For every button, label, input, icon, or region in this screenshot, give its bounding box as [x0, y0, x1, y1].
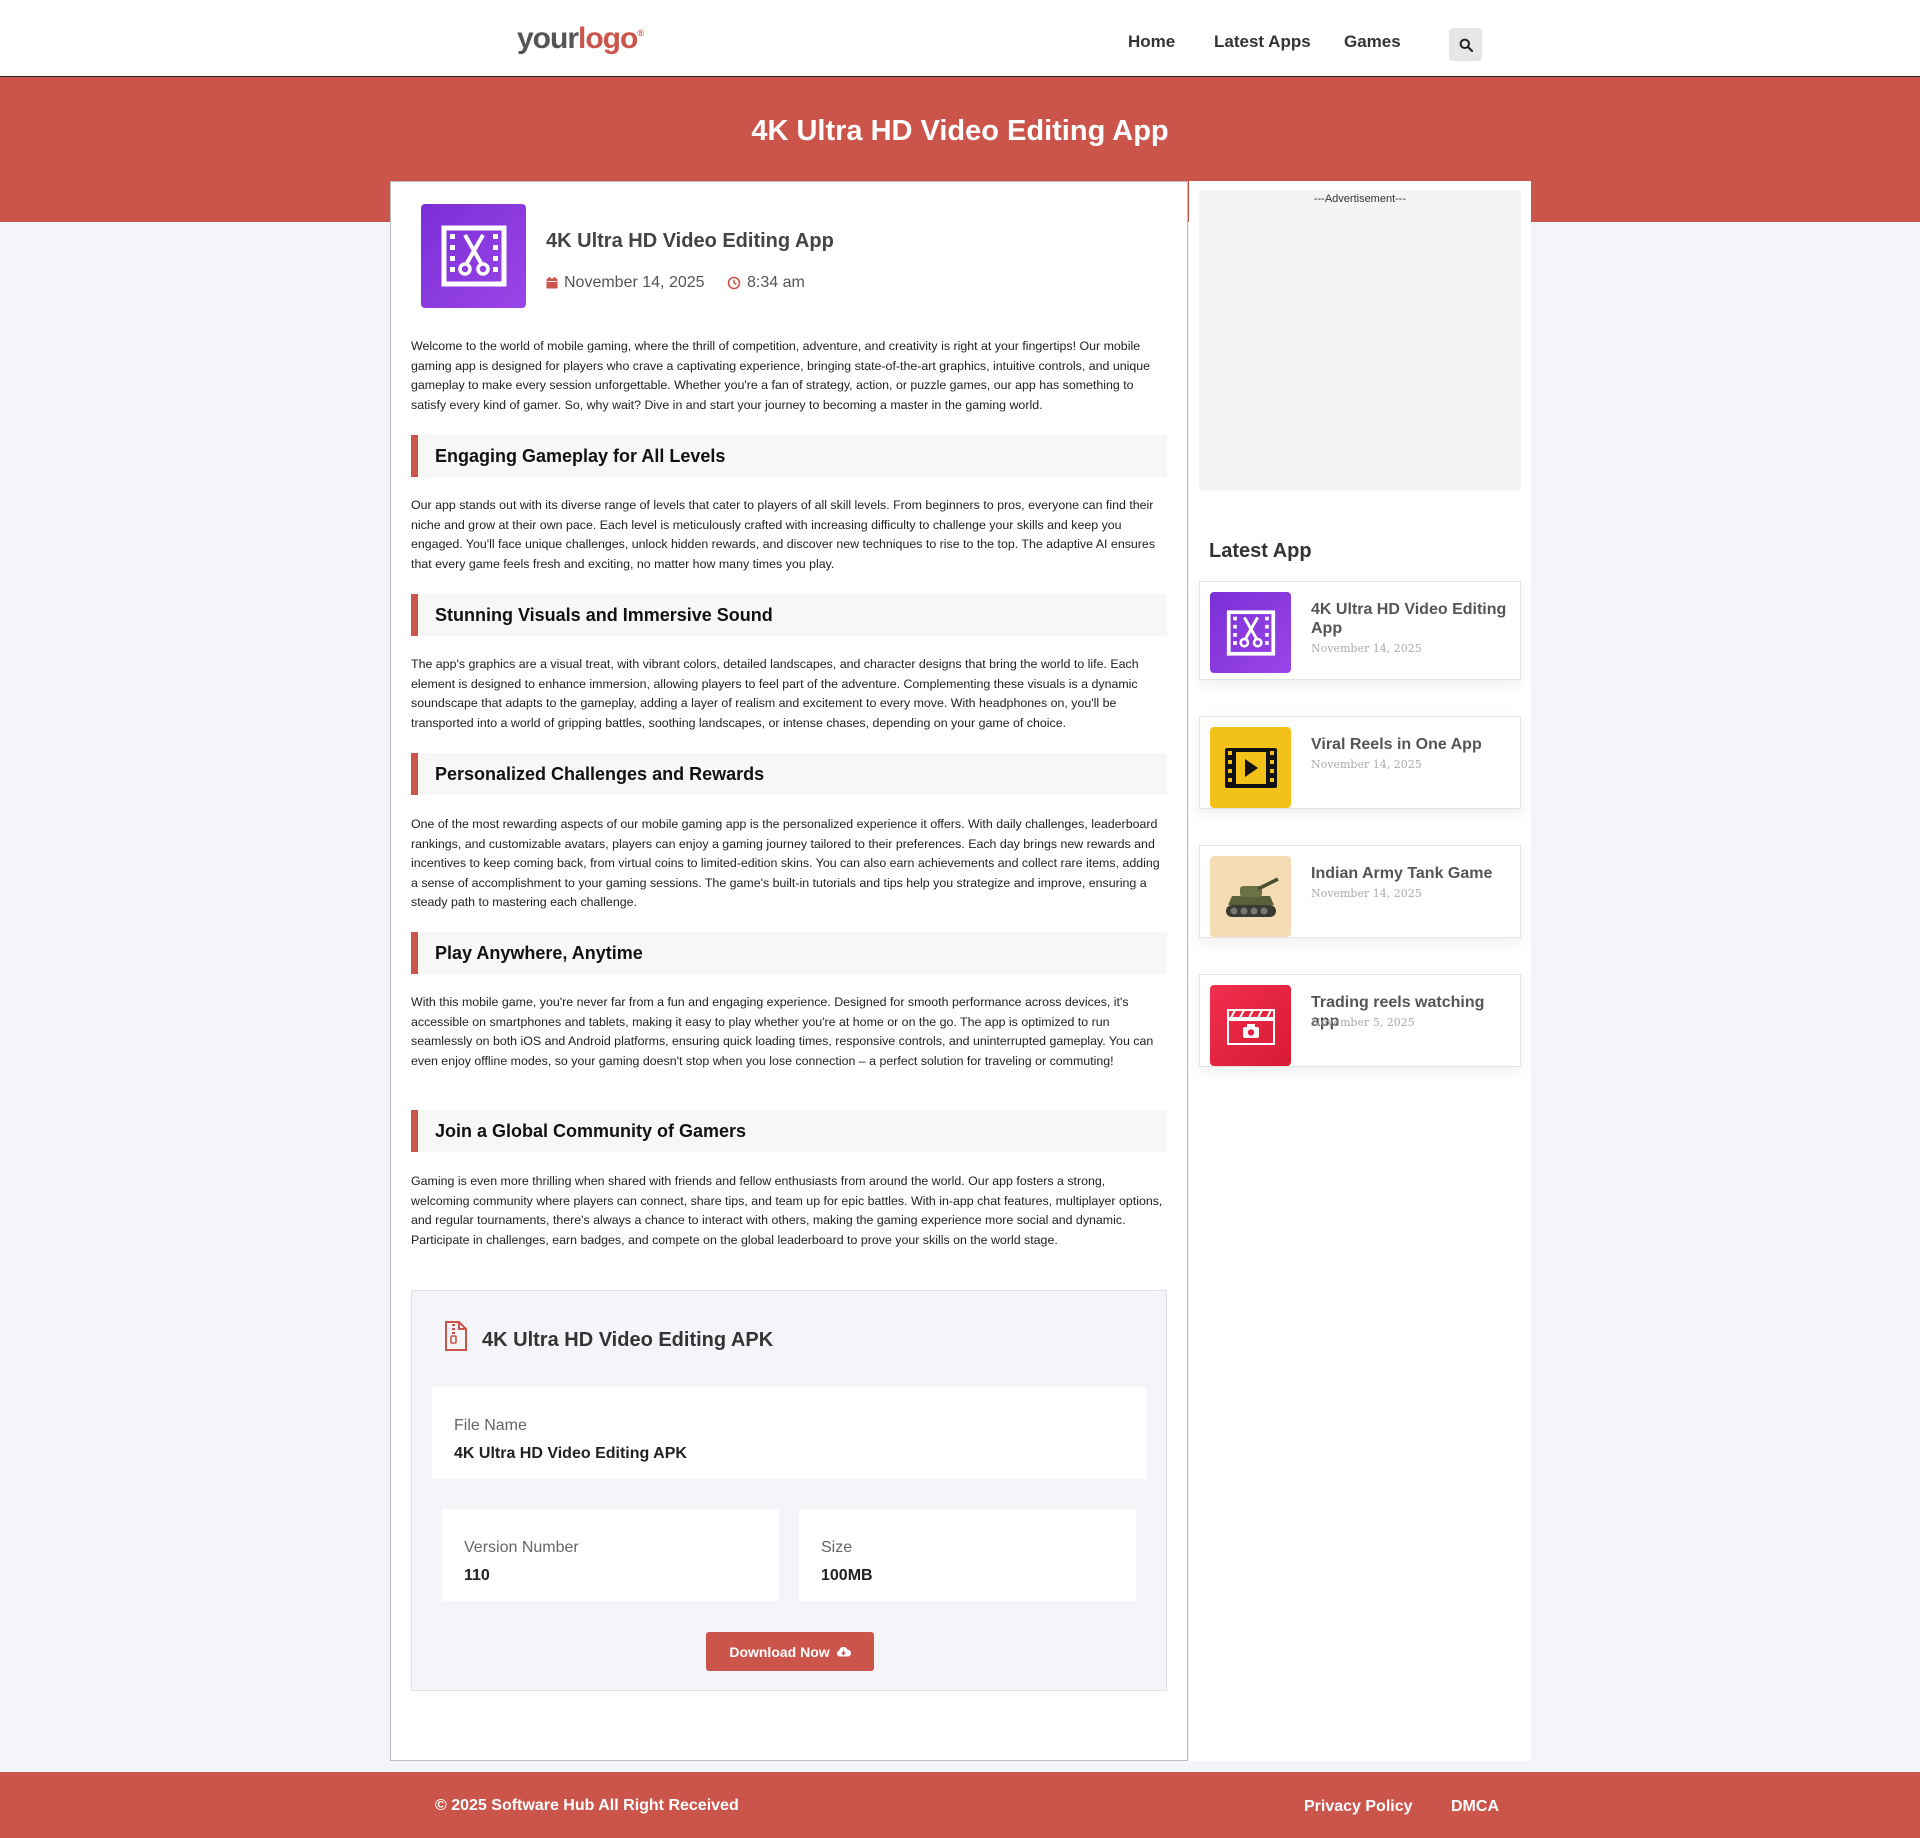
latest-app-title[interactable]: Indian Army Tank Game [1311, 864, 1511, 883]
video-edit-icon [1226, 609, 1275, 656]
site-logo[interactable]: yourlogo® [517, 22, 644, 56]
nav-games[interactable]: Games [1344, 32, 1401, 52]
app-icon [421, 204, 526, 308]
latest-app-thumb [1210, 727, 1291, 808]
post-date: November 14, 2025 [546, 274, 705, 292]
apk-info-box: 4K Ultra HD Video Editing APK File Name … [411, 1290, 1167, 1691]
latest-app-thumb [1210, 985, 1291, 1066]
section-heading: Personalized Challenges and Rewards [411, 753, 1167, 795]
latest-app-thumb [1210, 592, 1291, 673]
version-value: 110 [464, 1567, 490, 1584]
clapper-camera-icon [1226, 1008, 1275, 1045]
apk-title: 4K Ultra HD Video Editing APK [482, 1329, 774, 1351]
download-button[interactable]: Download Now [706, 1632, 874, 1671]
section-heading: Engaging Gameplay for All Levels [411, 435, 1167, 477]
section-paragraph: With this mobile game, you're never far … [411, 995, 1154, 1068]
advertisement-slot[interactable]: ---Advertisement--- [1199, 190, 1521, 491]
tank-icon [1225, 876, 1279, 917]
file-zip-icon [445, 1321, 467, 1351]
latest-app-heading: Latest App [1209, 540, 1312, 562]
size-value: 100MB [821, 1567, 873, 1584]
nav-home[interactable]: Home [1128, 32, 1175, 52]
latest-app-item[interactable]: 4K Ultra HD Video Editing App November 1… [1199, 581, 1521, 680]
size-card: Size 100MB [799, 1509, 1136, 1601]
section-heading: Stunning Visuals and Immersive Sound [411, 594, 1167, 636]
calendar-icon [546, 277, 558, 289]
footer-link-dmca[interactable]: DMCA [1451, 1798, 1499, 1816]
article-panel: 4K Ultra HD Video Editing App November 1… [390, 181, 1188, 1761]
section-heading: Play Anywhere, Anytime [411, 932, 1167, 974]
latest-app-item[interactable]: Indian Army Tank Game November 14, 2025 [1199, 845, 1521, 938]
latest-app-date: November 14, 2025 [1311, 642, 1422, 655]
film-play-icon [1224, 747, 1277, 788]
latest-app-date: November 5, 2025 [1311, 1016, 1415, 1029]
section-paragraph: Gaming is even more thrilling when share… [411, 1174, 1163, 1247]
page-title: 4K Ultra HD Video Editing App [751, 115, 1169, 147]
section-paragraph: Our app stands out with its diverse rang… [411, 498, 1156, 571]
file-name-value: 4K Ultra HD Video Editing APK [454, 1445, 687, 1462]
footer-link-privacy-policy[interactable]: Privacy Policy [1304, 1798, 1413, 1816]
latest-app-title[interactable]: Viral Reels in One App [1311, 735, 1511, 754]
latest-app-date: November 14, 2025 [1311, 887, 1422, 900]
latest-app-title[interactable]: 4K Ultra HD Video Editing App [1311, 600, 1511, 638]
video-edit-icon [441, 225, 506, 287]
search-button[interactable] [1449, 28, 1482, 61]
cloud-download-icon [836, 1646, 851, 1657]
sidebar: ---Advertisement--- Latest App 4K Ultra … [1189, 181, 1531, 1761]
latest-app-thumb [1210, 856, 1291, 937]
section-heading: Join a Global Community of Gamers [411, 1110, 1167, 1152]
top-navbar: yourlogo® Home Latest Apps Games [0, 0, 1920, 77]
version-card: Version Number 110 [442, 1509, 779, 1601]
latest-app-date: November 14, 2025 [1311, 758, 1422, 771]
section-paragraph: One of the most rewarding aspects of our… [411, 817, 1160, 909]
site-footer: © 2025 Software Hub All Right Received P… [0, 1772, 1920, 1838]
file-name-card: File Name 4K Ultra HD Video Editing APK [432, 1387, 1146, 1479]
latest-app-item[interactable]: Trading reels watching app November 5, 2… [1199, 974, 1521, 1067]
section-paragraph: The app's graphics are a visual treat, w… [411, 657, 1139, 730]
copyright-text: © 2025 Software Hub All Right Received [435, 1797, 739, 1814]
post-time: 8:34 am [727, 274, 805, 292]
clock-icon [727, 276, 741, 290]
latest-app-item[interactable]: Viral Reels in One App November 14, 2025 [1199, 716, 1521, 809]
nav-latest-apps[interactable]: Latest Apps [1214, 32, 1311, 52]
search-icon [1459, 38, 1473, 52]
intro-paragraph: Welcome to the world of mobile gaming, w… [411, 339, 1151, 412]
post-title: 4K Ultra HD Video Editing App [546, 230, 834, 252]
